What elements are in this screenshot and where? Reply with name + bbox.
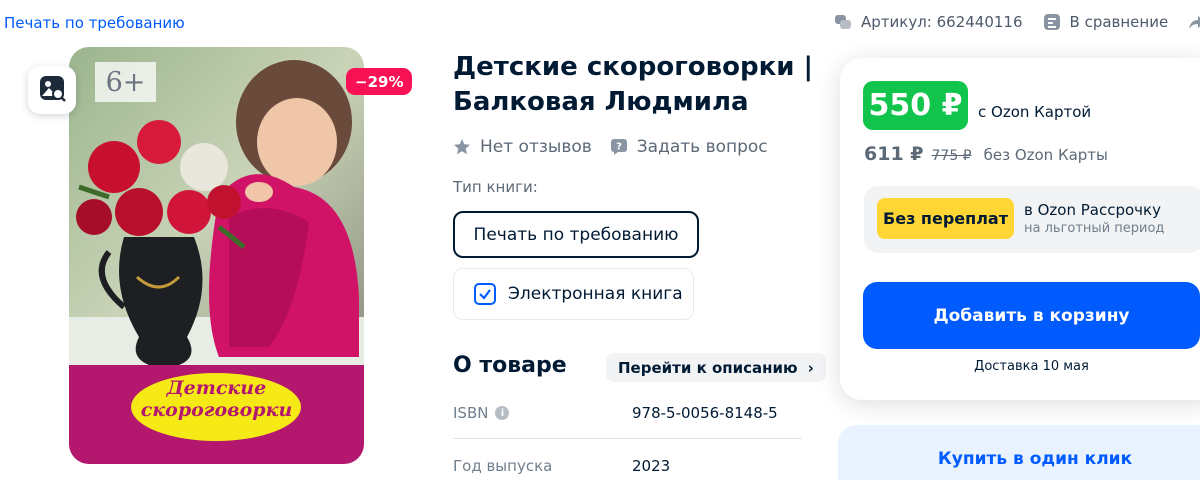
book-cover-image[interactable]: Детские скороговорки bbox=[69, 47, 364, 464]
spec-key: ISBN i bbox=[453, 404, 510, 422]
reviews-label: Нет отзывов bbox=[480, 137, 592, 157]
with-card-label: с Ozon Картой bbox=[978, 103, 1092, 121]
book-type-label: Тип книги: bbox=[453, 178, 538, 196]
compare-label: В сравнение bbox=[1069, 13, 1169, 31]
buy-one-click-button[interactable]: Купить в один клик bbox=[838, 425, 1200, 480]
ask-question-label: Задать вопрос bbox=[636, 137, 768, 157]
svg-text:?: ? bbox=[616, 142, 622, 153]
product-title: Детские скороговорки | Балковая Людмила bbox=[453, 52, 814, 117]
goto-description-button[interactable]: Перейти к описанию › bbox=[606, 353, 826, 382]
spec-key: Год выпуска bbox=[453, 457, 553, 475]
article-label: Артикул: 662440116 bbox=[861, 13, 1023, 31]
reviews-link[interactable]: Нет отзывов bbox=[453, 137, 592, 157]
discount-badge: −29% bbox=[346, 68, 413, 95]
image-search-button[interactable] bbox=[28, 66, 76, 114]
buy-one-click-label: Купить в один клик bbox=[937, 449, 1133, 469]
installment-subtitle: на льготный период bbox=[1024, 221, 1165, 236]
cover-title-line2: скороговорки bbox=[140, 399, 293, 421]
top-meta-bar: Артикул: 662440116 В сравнение П bbox=[834, 13, 1200, 31]
age-rating-badge: 6+ bbox=[95, 62, 156, 102]
cover-title-line1: Детские bbox=[166, 377, 267, 399]
share-icon bbox=[1188, 13, 1200, 31]
about-product-heading: О товаре bbox=[453, 353, 567, 378]
chevron-right-icon: › bbox=[807, 358, 814, 377]
compare-button[interactable]: В сравнение bbox=[1043, 13, 1169, 31]
installment-title: в Ozon Рассрочку bbox=[1024, 201, 1161, 219]
goto-description-label: Перейти к описанию bbox=[618, 358, 798, 377]
ratings-row: Нет отзывов ? Задать вопрос bbox=[453, 137, 786, 157]
info-icon[interactable]: i bbox=[495, 406, 510, 420]
compare-icon bbox=[1043, 13, 1061, 31]
old-price: 775 ₽ bbox=[931, 148, 972, 164]
add-to-cart-button[interactable]: Добавить в корзину bbox=[863, 282, 1200, 349]
spec-value: 978-5-0056-8148-5 bbox=[632, 404, 778, 422]
spec-value: 2023 bbox=[632, 457, 671, 475]
spec-divider bbox=[453, 438, 802, 439]
book-type-print-on-demand[interactable]: Печать по требованию bbox=[453, 211, 699, 258]
price-without-card: 611 ₽ bbox=[864, 143, 924, 165]
installment-badge[interactable]: Без переплат bbox=[877, 198, 1014, 239]
price-with-card: 550 ₽ bbox=[863, 81, 968, 130]
ask-question-link[interactable]: ? Задать вопрос bbox=[610, 137, 768, 157]
book-type-print-label: Печать по требованию bbox=[473, 224, 679, 245]
book-type-ebook[interactable]: Электронная книга bbox=[453, 268, 694, 320]
checkbox-icon[interactable] bbox=[474, 283, 496, 305]
star-icon bbox=[454, 139, 470, 155]
delivery-date: Доставка 10 мая bbox=[974, 359, 1089, 374]
without-card-label: без Ozon Карты bbox=[983, 146, 1108, 164]
article-number[interactable]: Артикул: 662440116 bbox=[834, 13, 1023, 31]
question-bubble-icon: ? bbox=[610, 139, 627, 155]
book-type-ebook-label: Электронная книга bbox=[508, 284, 683, 304]
price-without-card-row: 611 ₽ 775 ₽ без Ozon Карты bbox=[864, 143, 1108, 165]
share-button[interactable]: П bbox=[1188, 13, 1200, 31]
image-search-icon bbox=[38, 74, 66, 106]
chat-bubbles-icon bbox=[834, 13, 852, 31]
breadcrumb-link[interactable]: Печать по требованию bbox=[4, 14, 185, 32]
